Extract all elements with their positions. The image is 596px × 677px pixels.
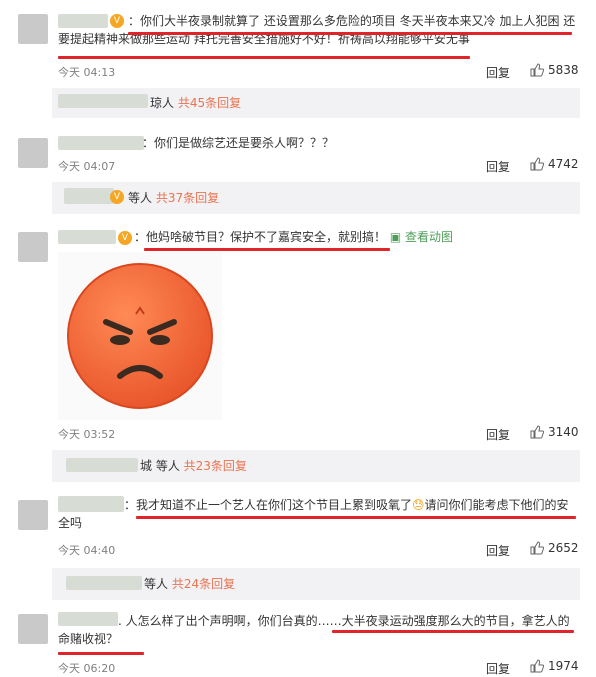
comment-text: ：我才知道不止一个艺人在你们这个节目上累到吸氧了😓请问你们能考虑下他们的安全吗: [58, 496, 578, 532]
like-button[interactable]: 2652: [530, 541, 579, 555]
like-button[interactable]: 1974: [530, 659, 579, 673]
timestamp: 今天 04:13: [58, 66, 116, 79]
sub-reply-names: 等人: [144, 577, 169, 591]
highlight-underline: [136, 516, 576, 519]
thumbs-up-icon: [530, 157, 544, 171]
comment-text: ：他妈啥破节目？保护不了嘉宾安全，就别搞！ ▣ 查看动图: [134, 228, 574, 246]
sub-reply-box[interactable]: V 等人 共37条回复: [52, 182, 580, 214]
sub-reply-names: 城 等人: [140, 459, 180, 473]
view-anim-label: 查看动图: [405, 230, 454, 244]
thumbs-up-icon: [530, 63, 544, 77]
avatar[interactable]: [18, 138, 48, 168]
like-count: 5838: [548, 63, 579, 77]
reply-button[interactable]: 回复: [486, 426, 510, 443]
username-blurred: [66, 458, 138, 472]
comment-body-a: ：我才知道不止一个艺人在你们这个节目上累到吸氧了: [124, 498, 413, 512]
timestamp: 今天 06:20: [58, 662, 116, 675]
sub-reply-names: 等人: [128, 191, 153, 205]
username-blurred: [58, 94, 148, 108]
comment-text: ：你们是做综艺还是要杀人啊？？？: [142, 136, 335, 150]
username-blurred[interactable]: [58, 230, 116, 244]
highlight-underline: [332, 630, 574, 633]
sub-reply-count[interactable]: 共24条回复: [172, 577, 235, 591]
vip-badge-icon: V: [110, 190, 124, 204]
sub-reply-box[interactable]: 等人 共24条回复: [52, 568, 580, 600]
angry-face-icon: [67, 263, 213, 409]
timestamp: 今天 04:07: [58, 160, 116, 173]
timestamp: 今天 03:52: [58, 428, 116, 441]
emoji-icon: 😓: [412, 498, 425, 512]
like-count: 2652: [548, 541, 579, 555]
avatar[interactable]: [18, 500, 48, 530]
thumbs-up-icon: [530, 659, 544, 673]
comment-body: ：他妈啥破节目？保护不了嘉宾安全，就别搞！: [134, 230, 387, 244]
comment-text: ：你们大半夜录制就算了 还设置那么多危险的项目 冬天半夜本来又冷 加上人犯困 还…: [58, 14, 576, 46]
thumbs-up-icon: [530, 425, 544, 439]
sub-reply-box[interactable]: 琼人 共45条回复: [52, 88, 580, 118]
sub-reply-box[interactable]: 城 等人 共23条回复: [52, 450, 580, 482]
thumbs-up-icon: [530, 541, 544, 555]
view-animated-link[interactable]: ▣ 查看动图: [390, 230, 453, 244]
reply-button[interactable]: 回复: [486, 64, 510, 81]
like-button[interactable]: 4742: [530, 157, 579, 171]
timestamp: 今天 04:40: [58, 544, 116, 557]
like-button[interactable]: 3140: [530, 425, 579, 439]
highlight-underline: [58, 652, 144, 655]
username-blurred: [64, 188, 114, 204]
avatar[interactable]: [18, 232, 48, 262]
vip-badge-icon: V: [118, 231, 132, 245]
sub-reply-count[interactable]: 共45条回复: [178, 96, 241, 110]
reply-button[interactable]: 回复: [486, 542, 510, 559]
username-blurred: [66, 576, 142, 590]
sub-reply-names: 琼人: [150, 96, 175, 110]
like-button[interactable]: 5838: [530, 63, 579, 77]
angry-face-image[interactable]: [58, 252, 222, 420]
sub-reply-count[interactable]: 共37条回复: [156, 191, 219, 205]
reply-button[interactable]: 回复: [486, 158, 510, 175]
reply-button[interactable]: 回复: [486, 660, 510, 677]
sub-reply-count[interactable]: 共23条回复: [184, 459, 247, 473]
like-count: 4742: [548, 157, 579, 171]
highlight-underline: [58, 56, 470, 59]
username-blurred[interactable]: [58, 136, 144, 150]
highlight-underline: [144, 248, 390, 251]
highlight-underline: [128, 32, 572, 35]
avatar[interactable]: [18, 14, 48, 44]
avatar[interactable]: [18, 614, 48, 644]
like-count: 1974: [548, 659, 579, 673]
like-count: 3140: [548, 425, 579, 439]
